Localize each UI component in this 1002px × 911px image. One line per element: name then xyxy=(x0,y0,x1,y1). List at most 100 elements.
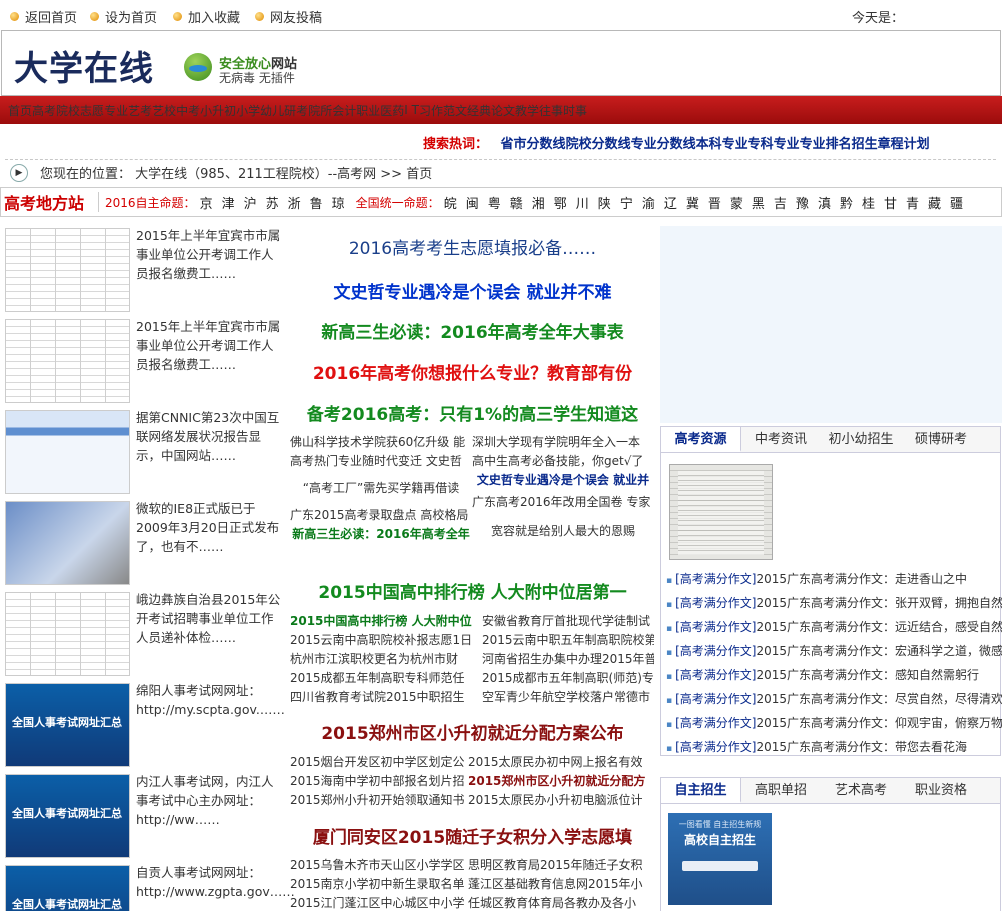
essay-list-item[interactable]: [高考满分作文]2015广东高考满分作文：走进香山之中 xyxy=(661,567,1002,591)
news-thumbnail[interactable] xyxy=(5,410,130,494)
province-link[interactable]: 鲁 xyxy=(310,193,323,212)
news-link[interactable]: 2015年上半年宜宾市市属事业单位公开考调工作人员报名缴费工…… xyxy=(136,226,284,283)
center-headline[interactable]: 备考2016高考：只有1%的高三学生知道这 xyxy=(290,400,655,425)
news-link[interactable]: 峨边彝族自治县2015年公开考试招聘事业单位工作人员递补体检…… xyxy=(136,590,284,647)
news-link[interactable]: 河南省招生办集中办理2015年普 xyxy=(482,650,654,669)
return-home-link[interactable]: 返回首页 xyxy=(10,7,77,26)
province-link[interactable]: 黑 xyxy=(752,193,765,212)
province-link[interactable]: 甘 xyxy=(884,193,897,212)
province-link[interactable]: 沪 xyxy=(244,193,257,212)
independent-admission-image[interactable]: 一图看懂 自主招生新规 高校自主招生 xyxy=(668,813,772,905)
news-link[interactable]: 空军青少年航空学校落户常德市 xyxy=(482,688,654,707)
hot-search-link[interactable]: 本科专业 xyxy=(696,137,748,152)
nav-item[interactable]: 时事 xyxy=(563,102,587,119)
nav-item[interactable]: 高考 xyxy=(32,102,56,119)
news-thumbnail[interactable] xyxy=(5,865,130,911)
nav-item[interactable]: 论文 xyxy=(491,102,515,119)
hot-search-link[interactable]: 专业排名 xyxy=(800,137,852,152)
province-link[interactable]: 琼 xyxy=(332,193,345,212)
essay-list-item[interactable]: [高考满分作文]2015广东高考满分作文：感知自然需躬行 xyxy=(661,663,1002,687)
province-link[interactable]: 湘 xyxy=(532,193,545,212)
news-link[interactable]: 安徽省教育厅首批现代学徒制试 xyxy=(482,612,654,631)
nav-item[interactable]: 艺校 xyxy=(152,102,176,119)
hot-search-link[interactable]: 计划 xyxy=(904,137,930,152)
essay-list-item[interactable]: [高考满分作文]2015广东高考满分作文：宏通科学之道，微感 xyxy=(661,639,1002,663)
news-link[interactable]: 宽容就是给别人最大的恩赐 xyxy=(472,522,654,541)
news-link[interactable]: 绵阳人事考试网网址：http://my.scpta.gov.…… xyxy=(136,681,285,719)
site-logo[interactable]: 大学在线 xyxy=(14,41,154,90)
hot-search-link[interactable]: 招生章程 xyxy=(852,137,904,152)
province-link[interactable]: 滇 xyxy=(818,193,831,212)
hot-search-link[interactable]: 省市分数线 xyxy=(501,137,566,152)
news-link[interactable]: 广东2015高考录取盘点 高校格局 xyxy=(290,506,472,525)
nav-item[interactable]: 研考 xyxy=(284,102,308,119)
news-thumbnail[interactable] xyxy=(5,592,130,676)
news-link[interactable]: 任城区教育体育局各教办及各小 xyxy=(468,894,654,911)
news-link[interactable]: 2015太原民办初中网上报名有效 xyxy=(468,753,654,772)
news-link[interactable]: 高中生高考必备技能，你get√了 xyxy=(472,452,654,471)
nav-item[interactable]: 志愿 xyxy=(80,102,104,119)
province-link[interactable]: 津 xyxy=(222,193,235,212)
nav-item[interactable]: 小升初 xyxy=(200,102,236,119)
tab-2[interactable]: 中考资讯 xyxy=(741,427,821,452)
news-link[interactable]: 广东高考2016年改用全国卷 专家 xyxy=(472,493,654,512)
news-link-highlight[interactable]: 2015郑州市区小升初就近分配方 xyxy=(468,772,654,791)
center-headline[interactable]: 厦门同安区2015随迁子女积分入学志愿填 xyxy=(290,823,655,848)
submit-article-link[interactable]: 网友投稿 xyxy=(255,7,322,26)
news-link[interactable]: 2015乌鲁木齐市天山区小学学区 xyxy=(290,856,468,875)
news-link[interactable]: 蓬江区基础教育信息网2015年小 xyxy=(468,875,654,894)
news-thumbnail[interactable] xyxy=(5,228,130,312)
news-link[interactable]: 2015年上半年宜宾市市属事业单位公开考调工作人员报名缴费工…… xyxy=(136,317,284,374)
province-link[interactable]: 青 xyxy=(906,193,919,212)
news-link[interactable]: 微软的IE8正式版已于2009年3月20日正式发布了，也有不…… xyxy=(136,499,284,556)
province-link[interactable]: 鄂 xyxy=(554,193,567,212)
tab-2[interactable]: 高职单招 xyxy=(741,778,821,803)
essay-list-item[interactable]: [高考满分作文]2015广东高考满分作文：带您去看花海 xyxy=(661,735,1002,759)
center-headline[interactable]: 新高三生必读：2016年高考全年大事表 xyxy=(290,318,655,343)
nav-item[interactable]: 院所 xyxy=(308,102,332,119)
news-thumbnail[interactable] xyxy=(5,683,130,767)
province-link[interactable]: 晋 xyxy=(708,193,721,212)
news-link[interactable]: “高考工厂”需先买学籍再借读 xyxy=(290,479,472,498)
essay-list-item[interactable]: [高考满分作文]2015广东高考满分作文：尽赏自然，尽得清欢 xyxy=(661,687,1002,711)
province-link[interactable]: 宁 xyxy=(620,193,633,212)
news-link[interactable]: 2015郑州小升初开始领取通知书 xyxy=(290,791,468,810)
hot-search-link[interactable]: 院校分数线 xyxy=(566,137,631,152)
center-headline[interactable]: 2015郑州市区小升初就近分配方案公布 xyxy=(290,719,655,744)
nav-item[interactable]: 小学 xyxy=(236,102,260,119)
province-link[interactable]: 粤 xyxy=(488,193,501,212)
essay-list-item[interactable]: [高考满分作文]2015广东高考满分作文：张开双臂，拥抱自然 xyxy=(661,591,1002,615)
news-link[interactable]: 2015云南中高职院校补报志愿1日 xyxy=(290,631,482,650)
news-link[interactable]: 2015海南中学初中部报名划片招 xyxy=(290,772,468,791)
tab-4[interactable]: 硕博研考 xyxy=(901,427,981,452)
news-link[interactable]: 四川省教育考试院2015中职招生 xyxy=(290,688,482,707)
province-link[interactable]: 疆 xyxy=(950,193,963,212)
hot-search-link[interactable]: 专业分数线 xyxy=(631,137,696,152)
news-link[interactable]: 高考热门专业随时代变迁 文史哲 xyxy=(290,452,472,471)
news-link[interactable]: 内江人事考试网，内江人事考试中心主办网址：http://ww…… xyxy=(136,772,284,829)
province-link[interactable]: 浙 xyxy=(288,193,301,212)
province-link[interactable]: 吉 xyxy=(774,193,787,212)
province-link[interactable]: 闽 xyxy=(466,193,479,212)
set-home-link[interactable]: 设为首页 xyxy=(90,7,157,26)
province-link[interactable]: 蒙 xyxy=(730,193,743,212)
news-link-highlight[interactable]: 文史哲专业遇冷是个误会 就业并 xyxy=(472,471,654,489)
province-link[interactable]: 豫 xyxy=(796,193,809,212)
province-link[interactable]: 辽 xyxy=(664,193,677,212)
province-link[interactable]: 京 xyxy=(200,193,213,212)
news-thumbnail[interactable] xyxy=(5,501,130,585)
news-link[interactable]: 据第CNNIC第23次中国互联网络发展状况报告显示，中国网站…… xyxy=(136,408,284,465)
tab-4[interactable]: 职业资格 xyxy=(901,778,981,803)
nav-item[interactable]: 习作 xyxy=(419,102,443,119)
essay-list-item[interactable]: [高考满分作文]2015广东高考满分作文：远近结合，感受自然 xyxy=(661,615,1002,639)
exam-paper-image[interactable] xyxy=(669,464,773,560)
news-link[interactable]: 2015太原民办小升初电脑派位计 xyxy=(468,791,654,810)
nav-item[interactable]: 会计 xyxy=(332,102,356,119)
news-link-highlight[interactable]: 新高三生必读：2016年高考全年 xyxy=(290,525,472,543)
province-link[interactable]: 赣 xyxy=(510,193,523,212)
center-headline[interactable]: 2016年高考你想报什么专业？教育部有份 xyxy=(290,359,655,384)
news-link[interactable]: 2015烟台开发区初中学区划定公 xyxy=(290,753,468,772)
province-link[interactable]: 桂 xyxy=(862,193,875,212)
province-link[interactable]: 皖 xyxy=(444,193,457,212)
tab-1[interactable]: 自主招生 xyxy=(661,778,741,803)
